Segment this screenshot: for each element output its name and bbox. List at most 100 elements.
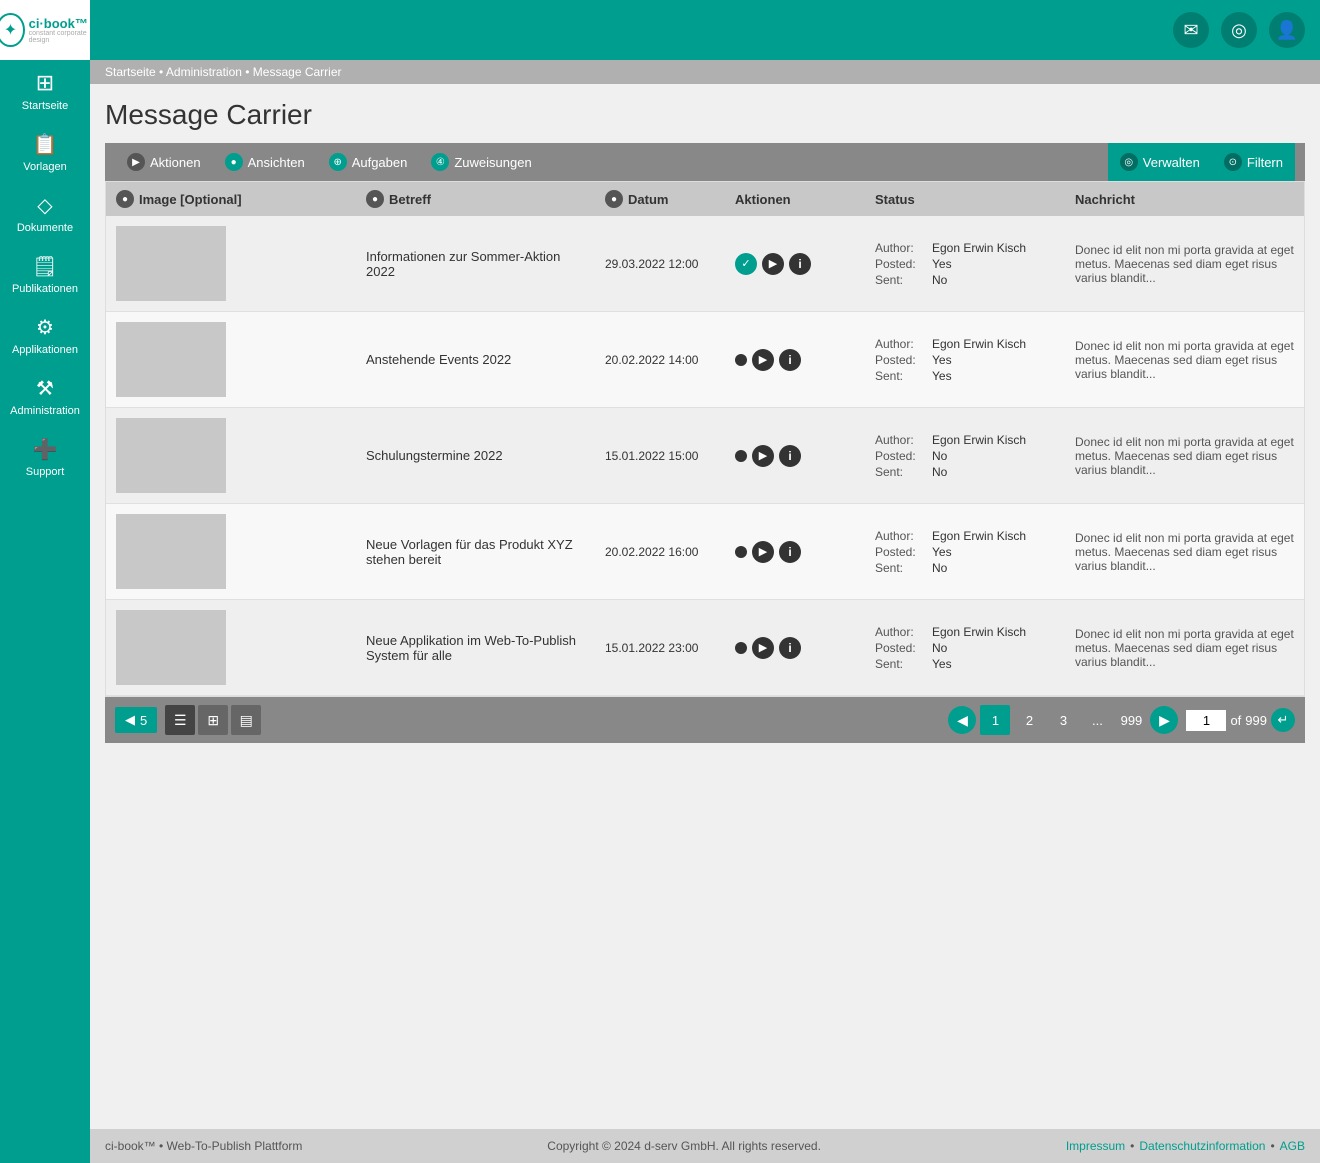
action-info-icon-4[interactable]: i	[779, 637, 801, 659]
cell-status-1: Author: Egon Erwin Kisch Posted: Yes Sen…	[865, 312, 1065, 407]
footer: ci-book™ • Web-To-Publish Plattform Copy…	[90, 1129, 1320, 1163]
breadcrumb: Startseite • Administration • Message Ca…	[90, 60, 1320, 84]
sort-icon-datum[interactable]: ●	[605, 190, 623, 208]
cell-subject-1: Anstehende Events 2022	[356, 312, 595, 407]
sidebar-label-dokumente: Dokumente	[17, 222, 73, 234]
action-play-icon-0[interactable]: ▶	[762, 253, 784, 275]
status-sent-value: Yes	[932, 657, 1026, 671]
sidebar-label-publikationen: Publikationen	[12, 283, 78, 295]
filtern-button[interactable]: ⊙ Filtern	[1212, 143, 1295, 181]
sidebar-item-dokumente[interactable]: ◇ Dokumente	[0, 183, 90, 244]
vorlagen-icon: 📋	[33, 132, 58, 157]
cell-subject-4: Neue Applikation im Web-To-Publish Syste…	[356, 600, 595, 695]
table-row: Anstehende Events 2022 20.02.2022 14:00 …	[106, 312, 1304, 408]
aufgaben-button[interactable]: ⊕ Aufgaben	[317, 143, 420, 181]
sidebar-item-applikationen[interactable]: ⚙ Applikationen	[0, 305, 90, 366]
grid-view-button[interactable]: ⊞	[198, 705, 228, 735]
cell-actions-2: ▶ i	[725, 408, 865, 503]
aktionen-icon: ▶	[127, 153, 145, 171]
cell-status-3: Author: Egon Erwin Kisch Posted: Yes Sen…	[865, 504, 1065, 599]
page-navigation: ◀ 1 2 3 ... 999 ▶	[948, 705, 1178, 735]
action-info-icon-3[interactable]: i	[779, 541, 801, 563]
prev-page-button[interactable]: ◀	[948, 706, 976, 734]
page-goto-input[interactable]	[1186, 710, 1226, 731]
action-play-icon-4[interactable]: ▶	[752, 637, 774, 659]
action-info-icon-2[interactable]: i	[779, 445, 801, 467]
sidebar-label-support: Support	[26, 466, 65, 478]
sort-icon-image[interactable]: ●	[116, 190, 134, 208]
page-goto: of 999 ↵	[1186, 708, 1295, 732]
action-play-icon-1[interactable]: ▶	[752, 349, 774, 371]
sort-icon-betreff[interactable]: ●	[366, 190, 384, 208]
zuweisungen-icon: ④	[431, 153, 449, 171]
cell-message-3: Donec id elit non mi porta gravida at eg…	[1065, 504, 1304, 599]
status-author-value: Egon Erwin Kisch	[932, 241, 1026, 255]
header-datum: ● Datum	[595, 182, 725, 216]
action-play-icon-2[interactable]: ▶	[752, 445, 774, 467]
action-play-icon-3[interactable]: ▶	[752, 541, 774, 563]
sidebar-item-support[interactable]: ➕ Support	[0, 427, 90, 488]
status-posted-label: Posted:	[875, 353, 930, 367]
action-dot-icon	[735, 450, 747, 462]
table-row: Informationen zur Sommer-Aktion 2022 29.…	[106, 216, 1304, 312]
zuweisungen-button[interactable]: ④ Zuweisungen	[419, 143, 543, 181]
status-sent-label: Sent:	[875, 369, 930, 383]
page-size-button[interactable]: ◀ 5	[115, 707, 157, 733]
cell-actions-3: ▶ i	[725, 504, 865, 599]
status-sent-label: Sent:	[875, 657, 930, 671]
table-body: Informationen zur Sommer-Aktion 2022 29.…	[106, 216, 1304, 696]
cell-image-1	[106, 312, 356, 407]
email-button[interactable]: ✉	[1173, 12, 1209, 48]
cell-subject-0: Informationen zur Sommer-Aktion 2022	[356, 216, 595, 311]
page-2-button[interactable]: 2	[1014, 705, 1044, 735]
sidebar-item-administration[interactable]: ⚒ Administration	[0, 366, 90, 427]
impressum-link[interactable]: Impressum	[1066, 1139, 1125, 1153]
aktionen-button[interactable]: ▶ Aktionen	[115, 143, 213, 181]
status-sent-value: No	[932, 465, 1026, 479]
cell-status-4: Author: Egon Erwin Kisch Posted: No Sent…	[865, 600, 1065, 695]
cell-date-0: 29.03.2022 12:00	[595, 216, 725, 311]
action-dot-icon	[735, 546, 747, 558]
status-author-label: Author:	[875, 529, 930, 543]
data-table: ● Image [Optional] ● Betreff ● Datum Akt…	[105, 181, 1305, 697]
ansichten-button[interactable]: ● Ansichten	[213, 143, 317, 181]
verwalten-button[interactable]: ◎ Verwalten	[1108, 143, 1212, 181]
cell-image-4	[106, 600, 356, 695]
footer-center: Copyright © 2024 d-serv GmbH. All rights…	[547, 1139, 821, 1153]
applikationen-icon: ⚙	[36, 315, 54, 340]
sidebar-label-applikationen: Applikationen	[12, 344, 78, 356]
header-image: ● Image [Optional]	[106, 182, 356, 216]
page-1-button[interactable]: 1	[980, 705, 1010, 735]
user-button[interactable]: 👤	[1269, 12, 1305, 48]
page-last-button[interactable]: 999	[1116, 705, 1146, 735]
footer-left: ci-book™ • Web-To-Publish Plattform	[105, 1139, 302, 1153]
next-page-button[interactable]: ▶	[1150, 706, 1178, 734]
cell-actions-0: ✓ ▶ i	[725, 216, 865, 311]
page-goto-button[interactable]: ↵	[1271, 708, 1295, 732]
table-row: Neue Vorlagen für das Produkt XYZ stehen…	[106, 504, 1304, 600]
logo-text: ci·book™ constant corporate design	[29, 17, 94, 44]
status-sent-label: Sent:	[875, 273, 930, 287]
action-info-icon-0[interactable]: i	[789, 253, 811, 275]
publikationen-icon: 🗒	[32, 254, 57, 279]
sidebar-item-vorlagen[interactable]: 📋 Vorlagen	[0, 122, 90, 183]
cell-image-3	[106, 504, 356, 599]
sidebar-item-startseite[interactable]: ⊞ Startseite	[0, 60, 90, 122]
view-icons: ☰ ⊞ ▤	[165, 705, 261, 735]
list-view-button[interactable]: ☰	[165, 705, 195, 735]
status-author-value: Egon Erwin Kisch	[932, 433, 1026, 447]
page-3-button[interactable]: 3	[1048, 705, 1078, 735]
action-info-icon-1[interactable]: i	[779, 349, 801, 371]
action-check-icon[interactable]: ✓	[735, 253, 757, 275]
compass-button[interactable]: ◎	[1221, 12, 1257, 48]
datenschutz-link[interactable]: Datenschutzinformation	[1139, 1139, 1265, 1153]
image-placeholder-4	[116, 610, 226, 685]
sidebar-item-publikationen[interactable]: 🗒 Publikationen	[0, 244, 90, 305]
action-dot-icon	[735, 642, 747, 654]
cell-date-4: 15.01.2022 23:00	[595, 600, 725, 695]
compact-view-button[interactable]: ▤	[231, 705, 261, 735]
cell-date-3: 20.02.2022 16:00	[595, 504, 725, 599]
cell-message-1: Donec id elit non mi porta gravida at eg…	[1065, 312, 1304, 407]
agb-link[interactable]: AGB	[1280, 1139, 1305, 1153]
status-posted-value: No	[932, 641, 1026, 655]
